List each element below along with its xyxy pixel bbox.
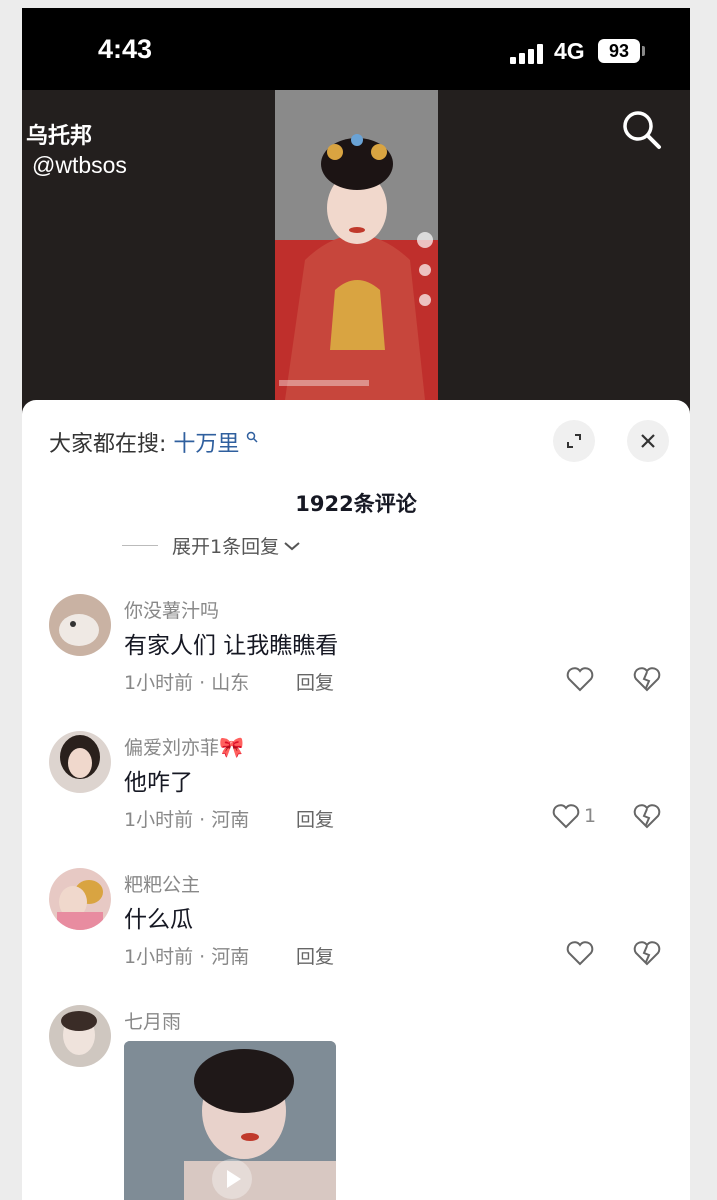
heart-icon[interactable]: [565, 664, 595, 694]
status-bar: 4:43 4G 93: [22, 8, 690, 90]
signal-icon: [510, 44, 546, 64]
phone-screen: 4:43 4G 93 乌托邦 @wtbsos 大家都在搜: 十万里 1922条评…: [22, 8, 690, 1200]
heart-icon[interactable]: [565, 938, 595, 968]
comment-item: 七月雨: [22, 1005, 690, 1200]
comment-item: 偏爱刘亦菲🎀 他咋了 1小时前 · 河南 回复 1: [22, 731, 690, 861]
expand-button[interactable]: [553, 420, 595, 462]
comment-item: 粑粑公主 什么瓜 1小时前 · 河南 回复: [22, 868, 690, 998]
chevron-down-icon: [284, 541, 300, 550]
search-icon[interactable]: [620, 108, 664, 152]
hot-search-prefix: 大家都在搜:: [49, 432, 167, 457]
comment-username[interactable]: 偏爱刘亦菲🎀: [124, 733, 244, 760]
video-thumbnail[interactable]: [275, 90, 438, 400]
status-time: 4:43: [98, 34, 153, 64]
comment-username-text: 偏爱刘亦菲: [124, 737, 220, 759]
reply-button[interactable]: 回复: [296, 805, 334, 832]
comments-sheet: 大家都在搜: 十万里 1922条评论 展开1条回复 你没薯汁吗 有家人们 让我瞧…: [22, 400, 690, 1200]
reply-button[interactable]: 回复: [296, 942, 334, 969]
close-button[interactable]: [627, 420, 669, 462]
comment-username[interactable]: 粑粑公主: [124, 870, 200, 897]
play-icon[interactable]: [212, 1159, 252, 1199]
broken-heart-icon[interactable]: [632, 664, 662, 694]
divider: [122, 545, 158, 546]
comment-meta: 1小时前 · 山东: [124, 672, 250, 694]
comment-media[interactable]: [124, 1041, 336, 1200]
network-type: 4G: [554, 38, 585, 64]
comment-username[interactable]: 七月雨: [124, 1007, 181, 1034]
comment-text: 他咋了: [124, 770, 193, 796]
close-icon: [641, 434, 655, 448]
battery-icon: 93: [598, 39, 640, 63]
broken-heart-icon[interactable]: [632, 801, 662, 831]
comment-text: 什么瓜: [124, 907, 193, 933]
comment-meta: 1小时前 · 河南: [124, 946, 250, 968]
heart-icon[interactable]: [551, 801, 581, 831]
video-area[interactable]: [22, 90, 690, 410]
comment-meta: 1小时前 · 河南: [124, 809, 250, 831]
avatar[interactable]: [49, 594, 111, 656]
watermark-handle: @wtbsos: [32, 152, 127, 178]
broken-heart-icon[interactable]: [632, 938, 662, 968]
reply-button[interactable]: 回复: [296, 668, 334, 695]
comment-username[interactable]: 你没薯汁吗: [124, 596, 219, 623]
comment-item: 你没薯汁吗 有家人们 让我瞧瞧看 1小时前 · 山东 回复: [22, 594, 690, 724]
avatar[interactable]: [49, 868, 111, 930]
battery-tip: [642, 46, 645, 56]
pink-bow-icon: 🎀: [219, 735, 244, 759]
comment-text: 有家人们 让我瞧瞧看: [124, 633, 339, 659]
search-icon: [246, 431, 258, 447]
avatar[interactable]: [49, 1005, 111, 1067]
like-count: 1: [584, 805, 597, 827]
comments-count: 1922条评论: [295, 492, 417, 516]
expand-replies[interactable]: 展开1条回复: [122, 532, 301, 559]
hot-search[interactable]: 大家都在搜: 十万里: [49, 426, 258, 458]
expand-replies-label: 展开1条回复: [172, 536, 280, 558]
hot-search-keyword[interactable]: 十万里: [173, 432, 239, 457]
avatar[interactable]: [49, 731, 111, 793]
expand-icon: [567, 434, 581, 448]
watermark-name: 乌托邦: [26, 124, 93, 149]
